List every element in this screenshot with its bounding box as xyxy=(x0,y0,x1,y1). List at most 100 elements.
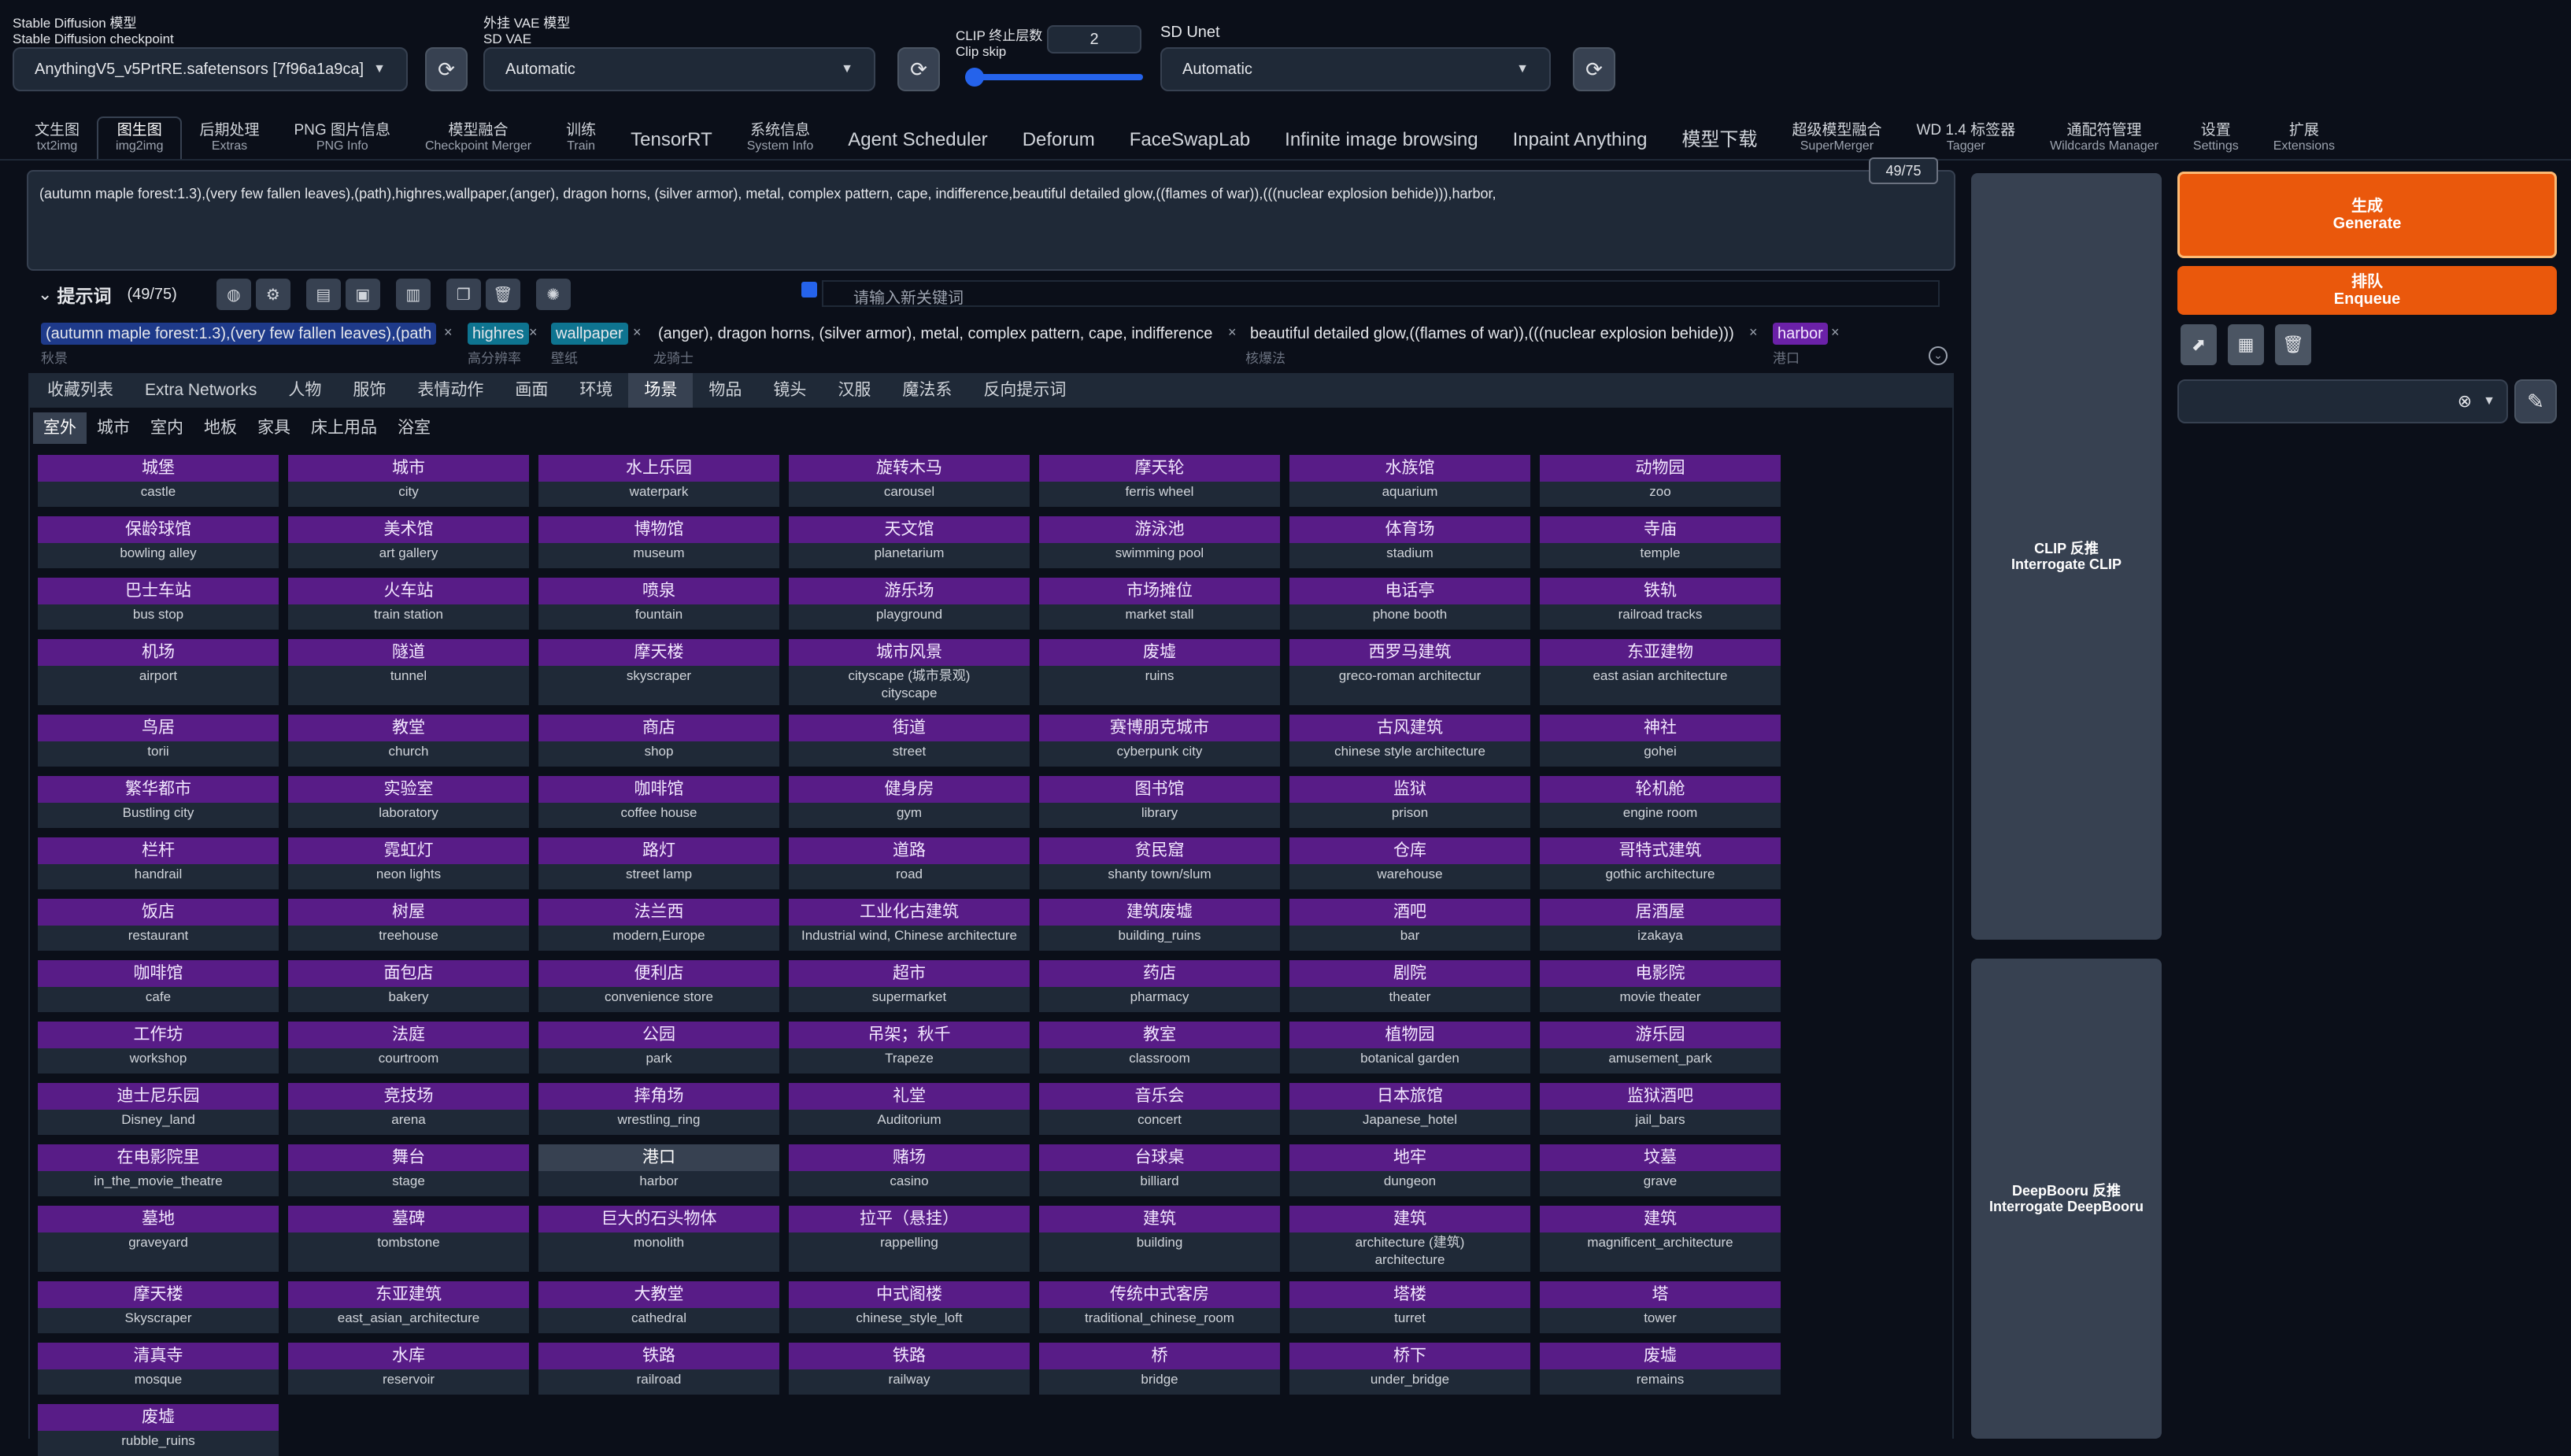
tag-tile[interactable]: 巴士车站 bus stop xyxy=(38,578,279,630)
openai-icon[interactable]: ✺ xyxy=(535,279,571,310)
tab-png-info[interactable]: PNG 图片信息 PNG Info xyxy=(277,118,408,159)
tag-tile[interactable]: 鸟居 torii xyxy=(38,715,279,767)
tag-tile[interactable]: 贫民窟 shanty town/slum xyxy=(1039,837,1280,889)
subcategory-tab[interactable]: 床上用品 xyxy=(301,412,387,444)
tag-tile[interactable]: 港口 harbor xyxy=(538,1144,779,1196)
tag-tile[interactable]: 电话亭 phone booth xyxy=(1289,578,1530,630)
edit-styles-button[interactable]: ✎ xyxy=(2514,379,2557,423)
tag-tile[interactable]: 路灯 street lamp xyxy=(538,837,779,889)
expand-icon[interactable]: ⌄ xyxy=(1929,346,1948,365)
tag-tile[interactable]: 摔角场 wrestling_ring xyxy=(538,1083,779,1135)
new-keyword-input[interactable]: 请输入新关键词 xyxy=(822,280,1940,307)
tag-tile[interactable]: 废墟 remains xyxy=(1540,1343,1781,1395)
tag-tile[interactable]: 饭店 restaurant xyxy=(38,899,279,951)
tag-tile[interactable]: 废墟 ruins xyxy=(1039,639,1280,705)
tag-tile[interactable]: 舞台 stage xyxy=(288,1144,529,1196)
tag-tile[interactable]: 仓库 warehouse xyxy=(1289,837,1530,889)
subcategory-tab[interactable]: 室内 xyxy=(140,412,194,444)
tag-tile[interactable]: 天文馆 planetarium xyxy=(789,516,1030,568)
tag-tile[interactable]: 美术馆 art gallery xyxy=(288,516,529,568)
tag-chip[interactable]: beautiful detailed glow,((flames of war)… xyxy=(1245,323,1739,345)
tag-chip[interactable]: harbor xyxy=(1773,323,1828,345)
styles-dropdown[interactable]: ⊗ ▼ xyxy=(2177,379,2508,423)
category-tab[interactable]: 反向提示词 xyxy=(967,373,1082,408)
tab-tagger[interactable]: WD 1.4 标签器 Tagger xyxy=(1899,118,2033,159)
tab-deforum[interactable]: Deforum xyxy=(1005,121,1112,159)
clear-icon[interactable]: ⊗ xyxy=(2458,391,2472,412)
tag-tile[interactable]: 东亚建物 east asian architecture xyxy=(1540,639,1781,705)
close-icon[interactable]: × xyxy=(1749,324,1758,341)
trash-icon[interactable]: 🗑 xyxy=(2275,324,2311,365)
tag-chip[interactable]: (anger), dragon horns, (silver armor), m… xyxy=(653,323,1217,345)
tab-settings[interactable]: 设置 Settings xyxy=(2176,118,2256,159)
tag-tile[interactable]: 台球桌 billiard xyxy=(1039,1144,1280,1196)
unet-dropdown[interactable]: Automatic ▼ xyxy=(1160,47,1551,91)
tab-img2img[interactable]: 图生图 img2img xyxy=(97,116,183,159)
tag-tile[interactable]: 水上乐园 waterpark xyxy=(538,455,779,507)
tag-tile[interactable]: 火车站 train station xyxy=(288,578,529,630)
close-icon[interactable]: × xyxy=(633,324,642,341)
tag-tile[interactable]: 游乐场 playground xyxy=(789,578,1030,630)
tag-tile[interactable]: 废墟 rubble_ruins xyxy=(38,1404,279,1456)
tag-tile[interactable]: 剧院 theater xyxy=(1289,960,1530,1012)
tag-tile[interactable]: 繁华都市 Bustling city xyxy=(38,776,279,828)
tag-tile[interactable]: 树屋 treehouse xyxy=(288,899,529,951)
tag-tile[interactable]: 便利店 convenience store xyxy=(538,960,779,1012)
tag-tile[interactable]: 赌场 casino xyxy=(789,1144,1030,1196)
tag-tile[interactable]: 街道 street xyxy=(789,715,1030,767)
vae-refresh-button[interactable]: ⟳ xyxy=(897,47,940,91)
tag-tile[interactable]: 健身房 gym xyxy=(789,776,1030,828)
tag-tile[interactable]: 轮机舱 engine room xyxy=(1540,776,1781,828)
tag-tile[interactable]: 城市风景 cityscape (城市景观) cityscape xyxy=(789,639,1030,705)
tab-agent-scheduler[interactable]: Agent Scheduler xyxy=(830,121,1004,159)
unet-refresh-button[interactable]: ⟳ xyxy=(1573,47,1615,91)
tab-checkpoint-merger[interactable]: 模型融合 Checkpoint Merger xyxy=(408,118,549,159)
checkpoint-dropdown[interactable]: AnythingV5_v5PrtRE.safetensors [7f96a1a9… xyxy=(13,47,408,91)
tag-tile[interactable]: 寺庙 temple xyxy=(1540,516,1781,568)
category-tab[interactable]: 魔法系 xyxy=(886,373,967,408)
checkpoint-refresh-button[interactable]: ⟳ xyxy=(425,47,468,91)
tag-tile[interactable]: 桥下 under_bridge xyxy=(1289,1343,1530,1395)
copy-icon[interactable]: ❐ xyxy=(446,279,481,310)
tab-train[interactable]: 训练 Train xyxy=(549,118,613,159)
tag-tile[interactable]: 塔楼 turret xyxy=(1289,1281,1530,1333)
globe-icon[interactable]: ◍ xyxy=(216,279,251,310)
category-tab[interactable]: 镜头 xyxy=(757,373,822,408)
category-tab[interactable]: 场景 xyxy=(628,373,694,408)
tag-tile[interactable]: 工业化古建筑 Industrial wind, Chinese architect… xyxy=(789,899,1030,951)
tag-chip[interactable]: (autumn maple forest:1.3),(very few fall… xyxy=(41,323,437,345)
clipboard-icon[interactable]: ▦ xyxy=(2228,324,2264,365)
tab-faceswaplab[interactable]: FaceSwapLab xyxy=(1112,121,1267,159)
tag-tile[interactable]: 礼堂 Auditorium xyxy=(789,1083,1030,1135)
tag-tile[interactable]: 竞技场 arena xyxy=(288,1083,529,1135)
tag-tile[interactable]: 隧道 tunnel xyxy=(288,639,529,705)
tag-tile[interactable]: 古风建筑 chinese style architecture xyxy=(1289,715,1530,767)
tag-tile[interactable]: 实验室 laboratory xyxy=(288,776,529,828)
tag-tile[interactable]: 神社 gohei xyxy=(1540,715,1781,767)
tag-tile[interactable]: 法庭 courtroom xyxy=(288,1022,529,1074)
generate-button[interactable]: 生成 Generate xyxy=(2177,172,2557,258)
tag-tile[interactable]: 霓虹灯 neon lights xyxy=(288,837,529,889)
tag-tile[interactable]: 栏杆 handrail xyxy=(38,837,279,889)
tag-tile[interactable]: 东亚建筑 east_asian_architecture xyxy=(288,1281,529,1333)
tag-tile[interactable]: 图书馆 library xyxy=(1039,776,1280,828)
tag-tile[interactable]: 迪士尼乐园 Disney_land xyxy=(38,1083,279,1135)
category-tab[interactable]: 表情动作 xyxy=(401,373,499,408)
subcategory-tab[interactable]: 城市 xyxy=(87,412,140,444)
tag-tile[interactable]: 酒吧 bar xyxy=(1289,899,1530,951)
tag-tile[interactable]: 法兰西 modern,Europe xyxy=(538,899,779,951)
tag-tile[interactable]: 桥 bridge xyxy=(1039,1343,1280,1395)
paste-icon[interactable]: ⬈ xyxy=(2181,324,2217,365)
tag-tile[interactable]: 墓地 graveyard xyxy=(38,1206,279,1272)
tag-tile[interactable]: 道路 road xyxy=(789,837,1030,889)
tag-tile[interactable]: 面包店 bakery xyxy=(288,960,529,1012)
tag-tile[interactable]: 地牢 dungeon xyxy=(1289,1144,1530,1196)
close-icon[interactable]: × xyxy=(444,324,453,341)
close-icon[interactable]: × xyxy=(1831,324,1840,341)
layout-icon[interactable]: ▥ xyxy=(395,279,431,310)
tag-tile[interactable]: 铁路 railway xyxy=(789,1343,1030,1395)
tag-tile[interactable]: 西罗马建筑 greco-roman architectur xyxy=(1289,639,1530,705)
subcategory-tab[interactable]: 家具 xyxy=(247,412,301,444)
tag-tile[interactable]: 大教堂 cathedral xyxy=(538,1281,779,1333)
tag-chip[interactable]: wallpaper xyxy=(551,323,628,345)
